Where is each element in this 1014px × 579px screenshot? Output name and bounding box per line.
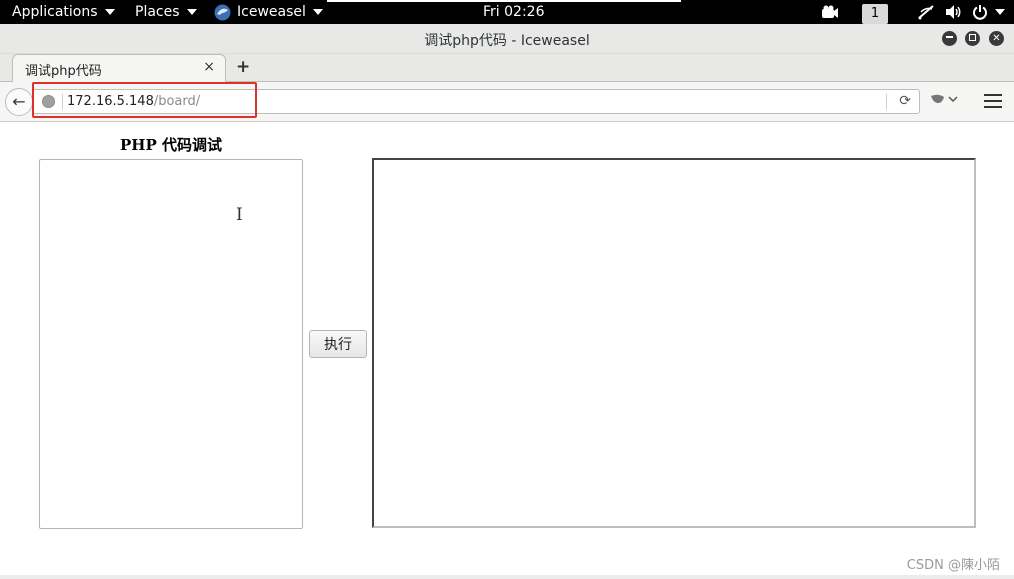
volume-icon-glyph — [946, 5, 961, 19]
chevron-down-icon — [104, 9, 115, 15]
window-bottom-edge — [0, 575, 1014, 579]
mask-icon — [931, 94, 958, 104]
places-label: Places — [135, 4, 180, 20]
minimize-button[interactable] — [942, 31, 957, 46]
menu-bar-line — [984, 106, 1002, 108]
clock[interactable]: Fri 02:26 — [483, 0, 544, 24]
places-menu[interactable]: Places — [135, 0, 197, 24]
execute-button[interactable]: 执行 — [309, 330, 367, 358]
tab-label: 调试php代码 — [25, 64, 102, 79]
app-menu-label: Iceweasel — [237, 4, 306, 20]
workspace-indicator[interactable]: 1 — [862, 2, 888, 26]
iceweasel-icon — [214, 4, 231, 20]
close-window-button[interactable]: ✕ — [989, 31, 1004, 46]
wireless-icon[interactable] — [917, 0, 935, 24]
workspace-number: 1 — [862, 4, 888, 24]
reload-icon[interactable]: ⟳ — [899, 93, 911, 109]
applications-menu[interactable]: Applications — [12, 0, 115, 24]
tab-debug-php[interactable]: 调试php代码 × — [12, 54, 226, 82]
clock-label: Fri 02:26 — [483, 4, 545, 20]
menu-bar-line — [984, 94, 1002, 96]
chevron-down-icon — [312, 9, 323, 15]
maximize-button[interactable] — [965, 31, 980, 46]
chevron-down-icon — [995, 9, 1005, 15]
camera-icon[interactable] — [821, 0, 839, 24]
watermark: CSDN @陳小陌 — [906, 558, 1000, 573]
tab-close-icon[interactable]: × — [203, 59, 215, 75]
hamburger-menu-icon[interactable] — [984, 94, 1002, 108]
url-highlight-annotation — [32, 82, 257, 118]
menu-bar-line — [984, 100, 1002, 102]
maximize-icon — [969, 33, 976, 41]
wireless-icon-glyph — [918, 5, 934, 20]
applications-label: Applications — [12, 4, 98, 20]
output-frame[interactable] — [372, 158, 976, 528]
power-menu[interactable] — [972, 0, 1005, 24]
volume-icon[interactable] — [945, 0, 963, 24]
chevron-down-icon — [186, 9, 197, 15]
text-cursor-icon: I — [236, 205, 243, 225]
back-button[interactable]: ← — [5, 88, 33, 116]
back-arrow-icon: ← — [12, 92, 26, 111]
tab-strip: 调试php代码 × + — [0, 54, 1014, 82]
new-tab-button[interactable]: + — [236, 57, 250, 77]
reload-separator — [886, 94, 887, 110]
app-menu-iceweasel[interactable]: Iceweasel — [214, 0, 323, 24]
page-title: PHP 代码调试 — [120, 136, 222, 154]
php-code-textarea[interactable] — [39, 159, 303, 529]
close-icon: ✕ — [992, 33, 1001, 44]
addon-menu[interactable] — [930, 92, 960, 110]
window-titlebar[interactable]: 调试php代码 - Iceweasel ✕ — [0, 24, 1014, 54]
minimize-icon — [946, 36, 953, 38]
camera-icon-glyph — [822, 5, 838, 18]
window-title: 调试php代码 - Iceweasel — [424, 33, 590, 49]
power-icon — [973, 5, 987, 20]
top-panel: Applications Places Iceweasel Fri 02:26 … — [0, 0, 1014, 24]
